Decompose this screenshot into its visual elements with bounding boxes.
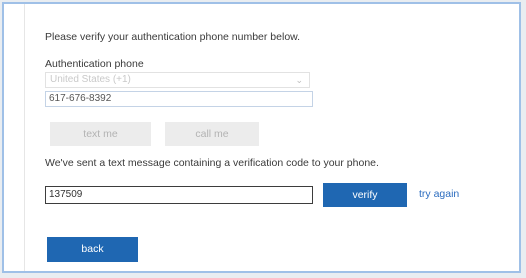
authentication-phone-label: Authentication phone xyxy=(45,58,144,70)
call-me-button[interactable]: call me xyxy=(165,122,259,146)
chevron-down-icon: ⌄ xyxy=(295,75,303,85)
text-me-button[interactable]: text me xyxy=(50,122,151,146)
back-button[interactable]: back xyxy=(47,237,138,262)
country-code-select[interactable]: United States (+1) ⌄ xyxy=(45,72,310,88)
try-again-link[interactable]: try again xyxy=(419,188,459,200)
phone-number-input[interactable]: 617-676-8392 xyxy=(45,91,313,107)
intro-text: Please verify your authentication phone … xyxy=(45,31,301,43)
country-code-value: United States (+1) xyxy=(50,74,131,85)
panel-divider xyxy=(24,4,25,271)
verify-button[interactable]: verify xyxy=(323,183,407,207)
verification-code-input[interactable]: 137509 xyxy=(45,186,313,204)
code-sent-message: We've sent a text message containing a v… xyxy=(45,157,379,169)
verification-panel: Please verify your authentication phone … xyxy=(2,2,521,273)
